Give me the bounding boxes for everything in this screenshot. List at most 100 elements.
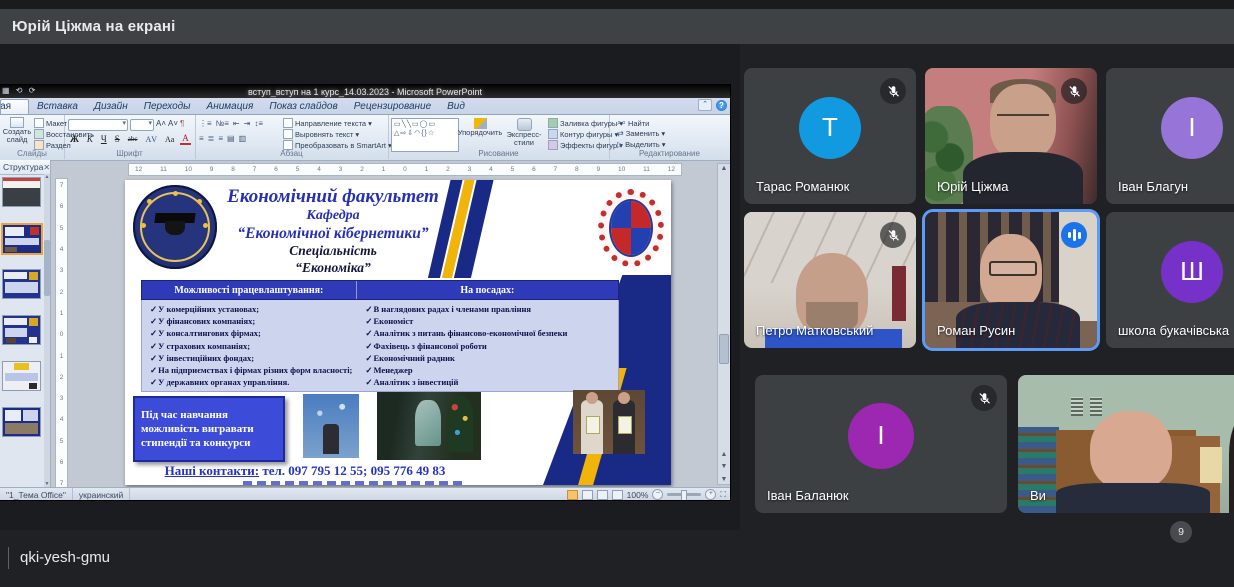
table-column-left: ✓У комерційних установах; ✓У фінансових к… [142, 300, 357, 391]
ribbon-tab-7[interactable]: Рецензирование [346, 100, 439, 114]
replace-button[interactable]: ⇄ Заменить ▾ [617, 129, 665, 138]
participant-tile[interactable]: Юрій Ціжма [925, 68, 1097, 204]
slide-thumbnail-1[interactable] [2, 177, 41, 207]
zoom-in-icon[interactable]: + [705, 489, 717, 500]
position-item-1: ✓В наглядових радах і членами правління [365, 304, 532, 314]
participant-tile[interactable]: Ви [1018, 375, 1234, 513]
slide-thumbnail-5[interactable] [2, 361, 41, 391]
select-button[interactable]: ▷ Выделить ▾ [617, 140, 666, 149]
reading-view-icon[interactable] [596, 489, 608, 500]
font-button-7[interactable]: Аа [163, 135, 176, 144]
participant-name: Роман Русин [937, 323, 1016, 338]
slide-thumbnail-6[interactable] [2, 407, 41, 437]
ribbon-tab-4[interactable]: Переходы [136, 100, 199, 114]
text-direction-button[interactable]: Направление текста ▾ [283, 118, 372, 128]
font-size-combo[interactable] [130, 119, 154, 131]
fit-to-window-icon[interactable]: ⛶ [720, 490, 726, 500]
department-emblem [595, 185, 667, 271]
ribbon-tab-5[interactable]: Анимация [199, 100, 262, 114]
close-pane-icon[interactable]: ✕ [43, 163, 50, 172]
font-button-1[interactable]: Ж [68, 134, 81, 144]
participant-tile[interactable]: Роман Русин [925, 212, 1097, 348]
pane-scroll-thumb[interactable] [44, 240, 50, 296]
position-item-5: ✓Економічний радник [365, 352, 455, 363]
quick-styles-button[interactable]: Экспресс-стили [502, 118, 546, 148]
code-separator [8, 547, 9, 569]
university-emblem [133, 185, 217, 269]
font-button-4[interactable]: S [113, 134, 122, 144]
font-button-5[interactable]: abc [126, 135, 140, 143]
shape-outline-button[interactable]: Контур фигуры ▾ [548, 129, 618, 139]
participant-tile[interactable]: I Іван Баланюк [755, 375, 1007, 513]
participant-name: Іван Благун [1118, 179, 1189, 194]
font-button-6[interactable]: АV [143, 135, 159, 144]
employment-item-5: ✓У інвестиційних фондах; [150, 352, 255, 363]
slide-thumbnail-4[interactable] [2, 315, 41, 345]
find-button[interactable]: ⌕⌕ Найти [617, 118, 649, 128]
speciality-line1: Спеціальність [289, 243, 377, 259]
alignment-buttons[interactable]: ≡ ≣ ≡ ▤ ▥ [199, 134, 246, 143]
collapse-ribbon-icon[interactable]: ⌃ [698, 99, 712, 111]
slide-scrollbar[interactable]: ▲ ▲ ▼ ▼ [717, 163, 730, 485]
employment-item-3: ✓У консалтингових фірмах; [150, 328, 261, 339]
zoom-slider[interactable] [667, 490, 702, 500]
diagonal-stripes [425, 180, 495, 278]
participant-tile[interactable]: I Іван Благун [1106, 68, 1234, 204]
font-button-2[interactable]: К [85, 134, 95, 144]
table-column-right: ✓В наглядових радах і членами правління ✓… [357, 300, 618, 391]
zoom-level: 100% [626, 489, 649, 500]
text-direction-icon [283, 118, 293, 128]
ribbon-group-slides: Создать слайд Макет Восстановить Раздел … [0, 115, 94, 159]
slide-title-block: Економічний факультет Кафедра “Економічн… [221, 186, 445, 277]
ribbon-tab-row: ГлавнаяВставкаДизайнПереходыАнимацияПока… [0, 98, 730, 115]
photo-student [303, 394, 359, 458]
pane-scrollbar[interactable]: ▲ ▼ [44, 174, 50, 487]
zoom-out-icon[interactable]: − [652, 489, 664, 500]
department-line1: Кафедра [306, 207, 360, 223]
slideshow-icon[interactable] [611, 489, 623, 500]
participant-count-badge: 9 [1170, 521, 1192, 543]
quick-access-toolbar[interactable]: ▦ ⟲ ⟳ [2, 86, 37, 95]
position-item-2: ✓Економіст [365, 316, 414, 327]
ribbon-group-font: A˄A˅¶ ЖКЧSabcАVАаА Шрифт [64, 115, 196, 159]
font-family-combo[interactable] [68, 119, 128, 131]
avatar: Ш [1161, 240, 1223, 303]
participant-tile[interactable]: Шшкола букачівська [1106, 212, 1234, 348]
mic-off-icon [880, 78, 906, 104]
ribbon-tab-8[interactable]: Вид [439, 100, 473, 114]
ribbon-tab-3[interactable]: Дизайн [86, 100, 136, 114]
slide-thumbnail-2[interactable] [1, 223, 43, 255]
language-indicator[interactable]: украинский [73, 488, 131, 500]
participant-name: Петро Матковський [756, 323, 874, 338]
slide-sorter-icon[interactable] [581, 489, 593, 500]
slide-scroll-thumb[interactable] [719, 334, 729, 364]
list-indent-buttons[interactable]: ⋮≡ №≡ ⇤ ⇥ ↕≡ [199, 119, 263, 128]
position-item-4: ✓Фахівець з фінансової роботи [365, 340, 487, 351]
vertical-ruler: 765432101234567 [55, 178, 68, 493]
slide-thumbnail-3[interactable] [2, 269, 41, 299]
help-icon[interactable]: ? [716, 99, 727, 111]
slide-canvas: Економічний факультет Кафедра “Економічн… [125, 180, 671, 485]
outline-tab[interactable]: Структура [3, 162, 43, 172]
participant-name: школа букачівська [1118, 323, 1230, 338]
participant-name: Юрій Ціжма [937, 179, 1009, 194]
align-text-button[interactable]: Выровнять текст ▾ [283, 129, 359, 139]
arrange-button[interactable]: Упорядочить [458, 118, 502, 137]
font-button-3[interactable]: Ч [99, 134, 109, 144]
mic-off-icon [1061, 78, 1087, 104]
participant-tile[interactable]: Петро Матковський [744, 212, 916, 348]
new-slide-button[interactable]: Создать слайд [2, 117, 32, 145]
normal-view-icon[interactable] [566, 489, 578, 500]
ribbon-tab-1[interactable]: Главная [0, 99, 29, 114]
participant-tile[interactable]: T Тарас Романюк [744, 68, 916, 204]
meet-bottom-bar: qki-yesh-gmu [0, 530, 1234, 587]
ribbon: Создать слайд Макет Восстановить Раздел … [0, 115, 730, 161]
grow-shrink-font-buttons[interactable]: A˄ A˅ ¶ [156, 119, 184, 128]
layout-button[interactable]: Макет [34, 118, 67, 128]
speciality-line2: “Економіка” [295, 260, 371, 276]
presenting-label: Юрій Ціжма на екрані [12, 18, 176, 35]
shapes-gallery[interactable]: ▭╲╲▭◯▭ △⇨⇩◠{}☆ [391, 118, 459, 152]
ribbon-tab-6[interactable]: Показ слайдов [261, 100, 345, 114]
font-button-8[interactable]: А [180, 133, 191, 145]
ribbon-tab-2[interactable]: Вставка [29, 100, 86, 114]
